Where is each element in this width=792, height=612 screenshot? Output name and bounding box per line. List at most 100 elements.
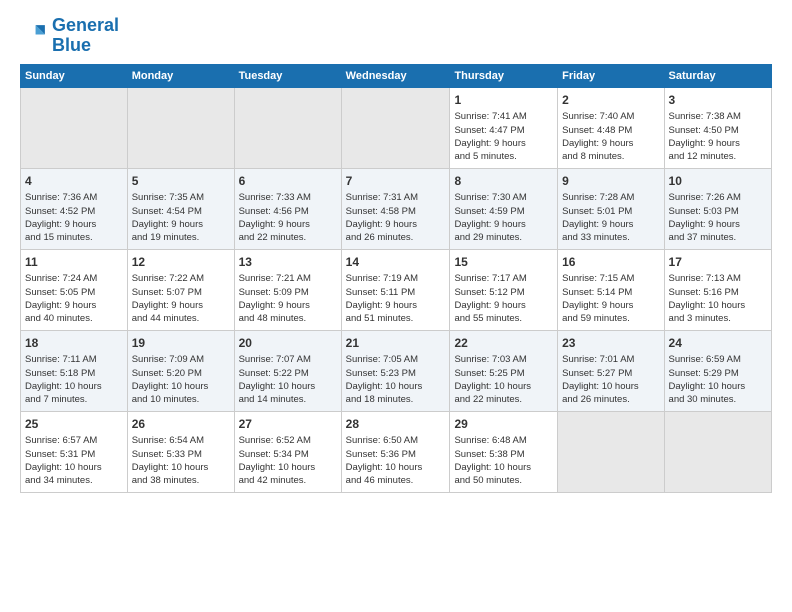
day-number: 15 (454, 254, 553, 271)
cell-content-line: Sunrise: 7:15 AM (562, 272, 659, 285)
cell-content-line: Daylight: 10 hours (454, 461, 553, 474)
cell-content-line: and 12 minutes. (669, 150, 767, 163)
cell-content-line: Sunset: 4:58 PM (346, 205, 446, 218)
cell-content-line: Sunrise: 7:40 AM (562, 110, 659, 123)
cell-content-line: Daylight: 9 hours (239, 299, 337, 312)
calendar-cell: 7Sunrise: 7:31 AMSunset: 4:58 PMDaylight… (341, 168, 450, 249)
cell-content-line: Sunrise: 7:19 AM (346, 272, 446, 285)
cell-content-line: Sunset: 5:05 PM (25, 286, 123, 299)
cell-content-line: and 22 minutes. (454, 393, 553, 406)
calendar-header-wednesday: Wednesday (341, 64, 450, 87)
cell-content-line: Sunrise: 7:41 AM (454, 110, 553, 123)
cell-content-line: Sunrise: 7:26 AM (669, 191, 767, 204)
calendar-cell: 20Sunrise: 7:07 AMSunset: 5:22 PMDayligh… (234, 330, 341, 411)
cell-content-line: Sunset: 5:18 PM (25, 367, 123, 380)
day-number: 21 (346, 335, 446, 352)
calendar-cell (664, 411, 771, 492)
cell-content-line: Sunrise: 7:24 AM (25, 272, 123, 285)
cell-content-line: Daylight: 9 hours (669, 137, 767, 150)
cell-content-line: Sunset: 5:09 PM (239, 286, 337, 299)
cell-content-line: and 22 minutes. (239, 231, 337, 244)
cell-content-line: and 8 minutes. (562, 150, 659, 163)
cell-content-line: Sunset: 4:52 PM (25, 205, 123, 218)
cell-content-line: Sunrise: 6:50 AM (346, 434, 446, 447)
cell-content-line: Sunset: 4:50 PM (669, 124, 767, 137)
calendar-cell: 15Sunrise: 7:17 AMSunset: 5:12 PMDayligh… (450, 249, 558, 330)
cell-content-line: Sunset: 5:22 PM (239, 367, 337, 380)
day-number: 17 (669, 254, 767, 271)
cell-content-line: Daylight: 9 hours (25, 299, 123, 312)
cell-content-line: Sunset: 4:59 PM (454, 205, 553, 218)
cell-content-line: Sunset: 5:36 PM (346, 448, 446, 461)
cell-content-line: and 30 minutes. (669, 393, 767, 406)
cell-content-line: and 26 minutes. (346, 231, 446, 244)
cell-content-line: Daylight: 9 hours (132, 218, 230, 231)
day-number: 3 (669, 92, 767, 109)
calendar-week-4: 18Sunrise: 7:11 AMSunset: 5:18 PMDayligh… (21, 330, 772, 411)
cell-content-line: Sunrise: 7:30 AM (454, 191, 553, 204)
calendar-cell: 24Sunrise: 6:59 AMSunset: 5:29 PMDayligh… (664, 330, 771, 411)
day-number: 13 (239, 254, 337, 271)
day-number: 8 (454, 173, 553, 190)
cell-content-line: Sunset: 4:56 PM (239, 205, 337, 218)
cell-content-line: and 46 minutes. (346, 474, 446, 487)
calendar-cell: 9Sunrise: 7:28 AMSunset: 5:01 PMDaylight… (558, 168, 664, 249)
calendar-cell (234, 87, 341, 168)
calendar-cell: 1Sunrise: 7:41 AMSunset: 4:47 PMDaylight… (450, 87, 558, 168)
cell-content-line: and 55 minutes. (454, 312, 553, 325)
calendar-cell: 19Sunrise: 7:09 AMSunset: 5:20 PMDayligh… (127, 330, 234, 411)
cell-content-line: Daylight: 10 hours (25, 461, 123, 474)
calendar-week-2: 4Sunrise: 7:36 AMSunset: 4:52 PMDaylight… (21, 168, 772, 249)
calendar-cell: 2Sunrise: 7:40 AMSunset: 4:48 PMDaylight… (558, 87, 664, 168)
cell-content-line: Sunrise: 7:03 AM (454, 353, 553, 366)
cell-content-line: Daylight: 10 hours (132, 380, 230, 393)
cell-content-line: Daylight: 10 hours (25, 380, 123, 393)
calendar-header-thursday: Thursday (450, 64, 558, 87)
cell-content-line: Daylight: 10 hours (239, 380, 337, 393)
day-number: 24 (669, 335, 767, 352)
cell-content-line: Sunrise: 6:57 AM (25, 434, 123, 447)
calendar-cell: 14Sunrise: 7:19 AMSunset: 5:11 PMDayligh… (341, 249, 450, 330)
day-number: 7 (346, 173, 446, 190)
cell-content-line: Sunset: 5:38 PM (454, 448, 553, 461)
cell-content-line: and 14 minutes. (239, 393, 337, 406)
cell-content-line: and 26 minutes. (562, 393, 659, 406)
cell-content-line: and 42 minutes. (239, 474, 337, 487)
cell-content-line: Daylight: 9 hours (669, 218, 767, 231)
calendar-header-saturday: Saturday (664, 64, 771, 87)
day-number: 18 (25, 335, 123, 352)
cell-content-line: Sunrise: 6:52 AM (239, 434, 337, 447)
cell-content-line: and 40 minutes. (25, 312, 123, 325)
header: General Blue (20, 16, 772, 56)
calendar-cell: 11Sunrise: 7:24 AMSunset: 5:05 PMDayligh… (21, 249, 128, 330)
calendar-week-5: 25Sunrise: 6:57 AMSunset: 5:31 PMDayligh… (21, 411, 772, 492)
cell-content-line: Sunset: 5:23 PM (346, 367, 446, 380)
day-number: 23 (562, 335, 659, 352)
calendar-cell: 17Sunrise: 7:13 AMSunset: 5:16 PMDayligh… (664, 249, 771, 330)
cell-content-line: Sunset: 5:11 PM (346, 286, 446, 299)
cell-content-line: Sunrise: 7:11 AM (25, 353, 123, 366)
calendar-cell: 22Sunrise: 7:03 AMSunset: 5:25 PMDayligh… (450, 330, 558, 411)
calendar-cell: 4Sunrise: 7:36 AMSunset: 4:52 PMDaylight… (21, 168, 128, 249)
cell-content-line: Daylight: 9 hours (454, 218, 553, 231)
cell-content-line: Sunset: 5:29 PM (669, 367, 767, 380)
cell-content-line: and 3 minutes. (669, 312, 767, 325)
day-number: 11 (25, 254, 123, 271)
cell-content-line: and 19 minutes. (132, 231, 230, 244)
day-number: 19 (132, 335, 230, 352)
cell-content-line: Sunset: 4:54 PM (132, 205, 230, 218)
cell-content-line: Sunrise: 7:07 AM (239, 353, 337, 366)
logo: General Blue (20, 16, 119, 56)
cell-content-line: Sunrise: 7:05 AM (346, 353, 446, 366)
cell-content-line: Sunset: 5:12 PM (454, 286, 553, 299)
calendar-cell: 29Sunrise: 6:48 AMSunset: 5:38 PMDayligh… (450, 411, 558, 492)
cell-content-line: Sunset: 5:27 PM (562, 367, 659, 380)
day-number: 22 (454, 335, 553, 352)
cell-content-line: Daylight: 10 hours (239, 461, 337, 474)
cell-content-line: and 29 minutes. (454, 231, 553, 244)
cell-content-line: and 5 minutes. (454, 150, 553, 163)
calendar-cell: 28Sunrise: 6:50 AMSunset: 5:36 PMDayligh… (341, 411, 450, 492)
cell-content-line: Daylight: 10 hours (669, 299, 767, 312)
calendar-cell: 8Sunrise: 7:30 AMSunset: 4:59 PMDaylight… (450, 168, 558, 249)
calendar-cell: 3Sunrise: 7:38 AMSunset: 4:50 PMDaylight… (664, 87, 771, 168)
